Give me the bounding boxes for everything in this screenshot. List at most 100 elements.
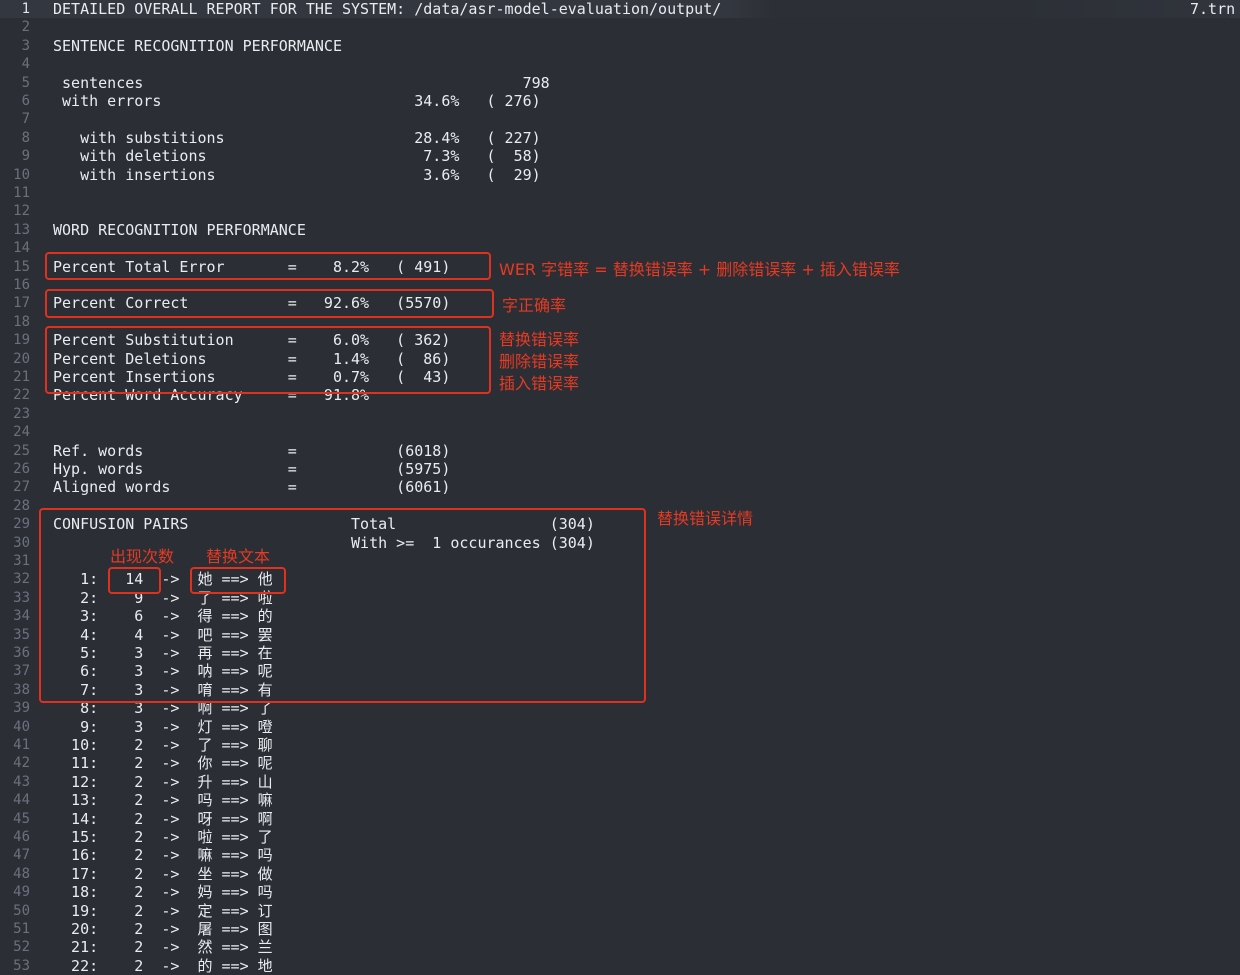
editor-line[interactable]: 7 [0,110,1240,128]
line-number: 8 [21,129,30,146]
text-editor[interactable]: 1 DETAILED OVERALL REPORT FOR THE SYSTEM:… [0,0,1240,975]
line-number: 41 [13,737,30,753]
editor-line[interactable]: 47 16: 2 -> 嘛 ==> 吗 [0,846,1240,864]
editor-line[interactable]: 4 [0,55,1240,73]
editor-line[interactable]: 12 [0,202,1240,220]
line-text: with deletions 7.3% ( 58) [53,147,541,166]
line-number: 20 [13,350,30,367]
line-text: DETAILED OVERALL REPORT FOR THE SYSTEM: … [53,0,722,18]
line-number: 44 [13,792,30,809]
editor-line[interactable]: 8 with substitions 28.4% ( 227) [0,129,1240,147]
editor-line[interactable]: 42 11: 2 -> 你 ==> 呢 [0,754,1240,772]
line-number: 42 [13,755,30,772]
editor-line[interactable]: 49 18: 2 -> 妈 ==> 吗 [0,883,1240,901]
editor-line[interactable]: 11 [0,184,1240,202]
line-number: 22 [13,387,30,404]
editor-line[interactable]: 51 20: 2 -> 屠 ==> 图 [0,920,1240,938]
editor-line[interactable]: 41 10: 2 -> 了 ==> 聊 [0,736,1240,754]
editor-line[interactable]: 27 Aligned words = (6061) [0,478,1240,496]
line-text: 19: 2 -> 定 ==> 订 [53,901,273,920]
line-text: 18: 2 -> 妈 ==> 吗 [53,883,273,902]
line-number: 19 [13,332,30,349]
line-text: SENTENCE RECOGNITION PERFORMANCE [53,36,342,55]
editor-line[interactable]: 45 14: 2 -> 呀 ==> 啊 [0,810,1240,828]
line-number: 34 [13,608,30,625]
line-number: 21 [13,369,30,385]
editor-line[interactable]: 9 with deletions 7.3% ( 58) [0,147,1240,165]
editor-line[interactable]: 5 sentences 798 [0,74,1240,92]
note-replacement-text: 替换文本 [206,547,271,566]
line-number: 7 [21,111,30,128]
line-number: 25 [13,442,30,459]
line-number: 15 [13,258,30,275]
line-text: 15: 2 -> 啦 ==> 了 [53,828,273,846]
editor-line[interactable]: 46 15: 2 -> 啦 ==> 了 [0,828,1240,846]
editor-line[interactable]: 53 22: 2 -> 的 ==> 地 [0,957,1240,975]
line-text: with errors 34.6% ( 276) [53,92,541,110]
box-occurrence-count [108,567,161,594]
line-number: 27 [13,479,30,496]
editor-line[interactable]: 23 [0,405,1240,423]
line-number: 18 [13,313,30,330]
line-number: 31 [13,553,30,569]
line-number: 51 [13,921,30,937]
box-replacement-text [190,567,286,594]
line-number: 4 [21,56,30,73]
line-text: Aligned words = (6061) [53,478,451,497]
editor-line[interactable]: 13 WORD RECOGNITION PERFORMANCE [0,221,1240,239]
box-confusion-pairs [39,508,646,703]
line-text: with substitions 28.4% ( 227) [53,128,541,147]
line-number: 53 [13,957,30,974]
editor-line[interactable]: 44 13: 2 -> 吗 ==> 嘛 [0,791,1240,809]
line-number: 50 [13,902,30,919]
note-wer: WER 字错率 = 替换错误率 + 删除错误率 + 插入错误率 [499,260,900,279]
line-number: 6 [21,93,30,109]
line-number: 11 [13,185,30,201]
box-total-error [45,252,491,280]
line-number: 9 [21,148,30,165]
redacted-path [730,0,1230,18]
line-number: 3 [21,37,30,54]
editor-line[interactable]: 40 9: 3 -> 灯 ==> 噔 [0,718,1240,736]
note-correct: 字正确率 [502,296,567,315]
note-deletion: 删除错误率 [499,352,580,371]
editor-line[interactable]: 52 21: 2 -> 然 ==> 兰 [0,938,1240,956]
editor-line[interactable]: 10 with insertions 3.6% ( 29) [0,166,1240,184]
line-text: 9: 3 -> 灯 ==> 噔 [53,717,273,736]
line-number: 48 [13,865,30,882]
editor-line[interactable]: 2 [0,18,1240,36]
line-text: 13: 2 -> 吗 ==> 嘛 [53,791,273,810]
line-number: 10 [13,166,30,183]
line-text: 10: 2 -> 了 ==> 聊 [53,736,273,754]
line-text: 11: 2 -> 你 ==> 呢 [53,754,273,773]
editor-line[interactable]: 1 DETAILED OVERALL REPORT FOR THE SYSTEM:… [0,0,1240,19]
editor-line[interactable]: 3 SENTENCE RECOGNITION PERFORMANCE [0,37,1240,55]
box-error-breakdown [45,326,491,394]
line-number: 47 [13,847,30,864]
editor-line[interactable]: 50 19: 2 -> 定 ==> 订 [0,902,1240,920]
line-number: 33 [13,589,30,606]
editor-line[interactable]: 24 [0,423,1240,441]
line-number: 52 [13,939,30,956]
line-number: 28 [13,497,30,514]
editor-line[interactable]: 26 Hyp. words = (5975) [0,460,1240,478]
line-number: 2 [21,19,30,36]
note-insertion: 插入错误率 [499,374,580,393]
line-text: Hyp. words = (5975) [53,460,451,478]
line-number: 14 [13,240,30,257]
line-number: 39 [13,700,30,717]
line-text: 20: 2 -> 屠 ==> 图 [53,920,273,938]
line-number: 32 [13,571,30,588]
line-number: 26 [13,461,30,477]
line-number: 1 [21,1,30,17]
line-number: 40 [13,718,30,735]
editor-line[interactable]: 48 17: 2 -> 坐 ==> 做 [0,865,1240,883]
line-text: 16: 2 -> 嘛 ==> 吗 [53,846,273,865]
editor-line[interactable]: 43 12: 2 -> 升 ==> 山 [0,773,1240,791]
editor-line[interactable]: 25 Ref. words = (6018) [0,442,1240,460]
line-text: 17: 2 -> 坐 ==> 做 [53,864,273,883]
line-number: 5 [21,74,30,91]
line-number: 37 [13,663,30,680]
editor-line[interactable]: 6 with errors 34.6% ( 276) [0,92,1240,110]
line-text: Ref. words = (6018) [53,441,451,460]
